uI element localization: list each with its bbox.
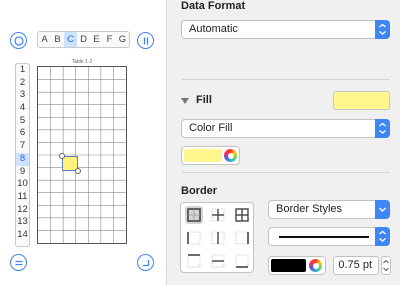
- border-label: Border: [181, 185, 218, 197]
- chevron-updown-icon: [375, 119, 390, 138]
- row-header[interactable]: 3: [16, 89, 29, 102]
- column-header[interactable]: E: [90, 32, 103, 47]
- border-presets-panel: [180, 202, 254, 273]
- table-grid[interactable]: [37, 66, 127, 244]
- fill-color-well[interactable]: [181, 146, 240, 165]
- row-header[interactable]: 1: [16, 64, 29, 77]
- table-preview-pane: ABCDEFG 1 2 3 4 5 6 7 8 9 10 11 12 13 14 Table 1-2: [0, 0, 166, 285]
- line-style-popup[interactable]: [268, 227, 390, 246]
- border-all-button[interactable]: [233, 206, 251, 224]
- selection-handle-bottom-right[interactable]: [75, 168, 81, 174]
- row-header[interactable]: 2: [16, 77, 29, 90]
- row-header[interactable]: 12: [16, 204, 29, 217]
- data-format-popup[interactable]: Automatic: [181, 20, 390, 39]
- border-styles-value: Border Styles: [276, 203, 343, 215]
- selection-handle-top-left[interactable]: [59, 153, 65, 159]
- solid-line-preview: [279, 236, 369, 238]
- border-horizontal-icon: [211, 254, 225, 268]
- border-left-icon: [187, 231, 201, 245]
- row-header[interactable]: 13: [16, 216, 29, 229]
- table-title: Table 1-2: [71, 59, 93, 65]
- chevron-updown-icon: [375, 20, 390, 39]
- row-header[interactable]: 14: [16, 229, 29, 242]
- corner-icon: [143, 260, 150, 267]
- stroke-width-stepper[interactable]: [381, 256, 391, 275]
- stroke-color-well[interactable]: [268, 256, 326, 275]
- column-header[interactable]: D: [77, 32, 90, 47]
- row-header[interactable]: 8: [16, 152, 29, 166]
- column-header-strip: ABCDEFG: [37, 31, 130, 48]
- chevron-down-icon: [375, 200, 390, 219]
- column-header[interactable]: B: [51, 32, 64, 47]
- border-inner-icon: [211, 208, 225, 222]
- border-all-icon: [235, 208, 249, 222]
- stroke-width-field[interactable]: 0.75 pt: [333, 256, 379, 275]
- column-header[interactable]: C: [64, 32, 77, 47]
- data-format-value: Automatic: [189, 23, 238, 35]
- section-divider: [182, 79, 390, 80]
- stroke-color-preview: [271, 259, 306, 272]
- fill-color-swatch[interactable]: [333, 91, 390, 110]
- border-bottom-button[interactable]: [233, 252, 251, 270]
- border-top-icon: [187, 254, 201, 268]
- row-header-strip: 1 2 3 4 5 6 7 8 9 10 11 12 13 14: [15, 63, 30, 247]
- row-header[interactable]: 7: [16, 140, 29, 153]
- equal-rows-button[interactable]: [10, 254, 27, 271]
- border-vertical-button[interactable]: [209, 229, 227, 247]
- border-right-button[interactable]: [233, 229, 251, 247]
- column-header[interactable]: G: [116, 32, 129, 47]
- column-header[interactable]: A: [38, 32, 51, 47]
- border-top-button[interactable]: [185, 252, 203, 270]
- border-right-icon: [235, 231, 249, 245]
- color-wheel-icon[interactable]: [224, 149, 237, 162]
- border-vertical-icon: [211, 231, 225, 245]
- border-bottom-icon: [235, 254, 249, 268]
- color-wheel-icon[interactable]: [309, 259, 322, 272]
- chevron-updown-icon: [375, 227, 390, 246]
- border-all-outer-button[interactable]: [185, 206, 203, 224]
- row-header[interactable]: 9: [16, 166, 29, 179]
- border-outer-icon: [187, 208, 201, 222]
- stepper-arrows-icon: [383, 259, 389, 272]
- circle-button[interactable]: [10, 32, 27, 49]
- equals-icon: [15, 260, 23, 266]
- section-divider: [182, 172, 390, 173]
- row-header[interactable]: 6: [16, 127, 29, 140]
- pause-columns-button[interactable]: [137, 32, 154, 49]
- row-header[interactable]: 4: [16, 102, 29, 115]
- pause-icon: [143, 37, 149, 45]
- row-header[interactable]: 5: [16, 115, 29, 128]
- fill-type-value: Color Fill: [189, 122, 233, 134]
- disclosure-triangle-icon[interactable]: [181, 97, 189, 105]
- row-header[interactable]: 11: [16, 191, 29, 204]
- circle-icon: [14, 36, 24, 46]
- resize-corner-button[interactable]: [137, 254, 154, 271]
- fill-type-popup[interactable]: Color Fill: [181, 119, 390, 138]
- column-header[interactable]: F: [103, 32, 116, 47]
- data-format-label: Data Format: [181, 0, 246, 12]
- fill-label: Fill: [196, 94, 212, 106]
- border-left-button[interactable]: [185, 229, 203, 247]
- fill-color-preview: [184, 149, 222, 162]
- row-header[interactable]: 10: [16, 178, 29, 191]
- border-horizontal-button[interactable]: [209, 252, 227, 270]
- border-styles-popup[interactable]: Border Styles: [268, 200, 390, 219]
- border-inner-button[interactable]: [209, 206, 227, 224]
